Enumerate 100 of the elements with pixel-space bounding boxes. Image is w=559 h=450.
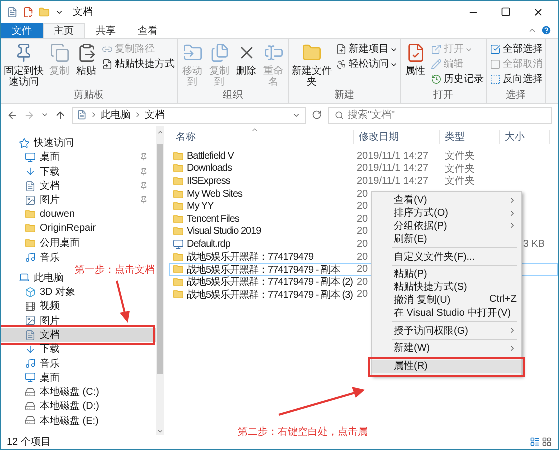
column-header[interactable]: 名称 <box>169 130 354 144</box>
refresh-icon[interactable] <box>312 110 322 120</box>
navigation-item[interactable]: 公用桌面 <box>1 236 88 250</box>
ribbon-button[interactable]: 轻松访问 <box>335 58 398 71</box>
column-header[interactable]: 修改日期 <box>354 130 440 144</box>
navigation-item[interactable]: 3D 对象 <box>1 284 84 300</box>
ribbon-tab[interactable]: 查看 <box>127 23 169 38</box>
navigation-item[interactable]: 图片 <box>1 314 68 328</box>
menu-item[interactable]: 粘贴快捷方式(S) <box>372 280 521 294</box>
pin-icon <box>140 153 148 162</box>
navigation-item[interactable]: douwen <box>1 207 84 222</box>
modified-date: 20 <box>357 214 368 225</box>
menu-item[interactable]: 分组依据(P) <box>372 220 521 232</box>
group-label: 新建 <box>334 90 354 103</box>
file-name: Downloads <box>187 163 232 174</box>
ribbon-button[interactable]: 删除 <box>234 42 259 90</box>
menu-item[interactable]: 粘贴(P) <box>372 268 521 281</box>
help-icon[interactable] <box>541 25 552 36</box>
collapse-ribbon-icon[interactable] <box>528 26 537 35</box>
menu-item[interactable]: 刷新(E) <box>372 232 521 246</box>
menu-item[interactable]: 授予访问权限(G) <box>372 324 521 337</box>
ribbon-button[interactable]: 历史记录 <box>430 73 484 86</box>
ribbon-tab[interactable]: 共享 <box>85 23 127 38</box>
navigation-item[interactable]: 视频 <box>1 299 68 314</box>
menu-item[interactable]: 在 Visual Studio 中打开(V) <box>372 306 521 320</box>
scroll-up-icon[interactable] <box>156 129 164 136</box>
up-icon[interactable] <box>55 110 66 120</box>
address-field[interactable]: 此电脑 文档 <box>72 106 306 124</box>
folder-icon <box>173 226 184 238</box>
navigation-item[interactable]: 此电脑 <box>1 270 72 285</box>
new-file-icon <box>335 43 348 56</box>
recent-locations-icon[interactable] <box>41 111 49 119</box>
checked-document-icon[interactable] <box>23 6 34 18</box>
large-icons-view-icon[interactable] <box>542 437 552 447</box>
desktop-icon <box>25 152 36 163</box>
navigation-item[interactable]: 文档 <box>1 178 156 194</box>
dashed-square-icon <box>489 73 502 86</box>
modified-date: 20 <box>357 289 368 300</box>
navigation-item[interactable]: 音乐 <box>1 356 68 371</box>
file-name: 战地5娱乐开黑群：774179479 <box>187 250 314 264</box>
sort-caret-icon <box>251 126 259 134</box>
breadcrumb[interactable]: 文档 <box>145 108 165 122</box>
navigation-item[interactable]: 图片 <box>1 193 156 208</box>
close-icon[interactable] <box>533 6 544 18</box>
menu-item[interactable]: 自定义文件夹(F)... <box>372 250 521 263</box>
ribbon-tab[interactable]: 主页 <box>43 23 85 38</box>
ribbon-tab[interactable]: 文件 <box>1 23 43 38</box>
history-icon <box>430 73 443 86</box>
document-icon <box>7 6 18 18</box>
ribbon-button[interactable]: 属性 <box>403 42 428 90</box>
navigation-item[interactable]: 快速访问 <box>1 136 82 150</box>
document-icon <box>77 110 87 120</box>
file-name: 战地5娱乐开黑群：774179479 - 副本 (3) <box>187 288 354 302</box>
ribbon-button[interactable]: 反向选择 <box>489 73 543 86</box>
breadcrumb[interactable]: 此电脑 <box>101 108 131 122</box>
menu-item[interactable]: 撤消 复制(U) Ctrl+Z <box>372 294 521 306</box>
group-label: 选择 <box>506 90 526 103</box>
menu-item[interactable]: 查看(V) <box>372 194 521 207</box>
ribbon-button[interactable]: 粘贴 <box>74 42 99 90</box>
ribbon-button[interactable]: 粘贴快捷方式 <box>101 58 175 71</box>
navigation-item[interactable]: 下载 <box>1 164 156 179</box>
scrollbar[interactable] <box>156 126 164 435</box>
menu-item[interactable]: 新建(W) <box>372 342 521 355</box>
file-name: IISExpress <box>187 176 230 187</box>
computer-icon <box>19 272 30 284</box>
file-name: Battlefield V <box>187 150 234 162</box>
folder-icon <box>173 163 184 174</box>
annotation-text: 第二步：右键空白处，点击属 <box>238 426 368 439</box>
navigation-item[interactable]: 桌面 <box>1 150 156 165</box>
folder-icon <box>25 209 36 220</box>
remote-desktop-file-icon <box>173 238 184 250</box>
file-name: 战地5娱乐开黑群：774179479 - 副本 (2) <box>187 276 354 290</box>
drive-icon <box>25 415 36 426</box>
search-field[interactable]: 搜索"文档" <box>328 106 552 124</box>
ribbon-button[interactable]: 全部选择 <box>489 43 543 56</box>
document-icon <box>25 180 36 192</box>
column-header[interactable]: 大小 <box>500 130 550 144</box>
menu-item[interactable]: 排序方式(O) <box>372 206 521 220</box>
navigation-item[interactable]: 本地磁盘 (C:) <box>1 385 108 400</box>
navigation-item[interactable]: 本地磁盘 (D:) <box>1 399 108 414</box>
maximize-icon[interactable] <box>501 6 511 16</box>
navigation-item[interactable]: 音乐 <box>1 250 68 265</box>
desktop-icon <box>25 372 36 384</box>
modified-date: 20 <box>357 238 368 250</box>
column-header[interactable]: 类型 <box>440 130 500 144</box>
back-icon[interactable] <box>7 110 18 120</box>
navigation-item[interactable]: 下载 <box>1 342 68 356</box>
modified-date: 2019/11/1 14:27 <box>357 176 429 187</box>
scroll-down-icon[interactable] <box>156 428 164 435</box>
navigation-item[interactable]: 文档 <box>1 328 156 342</box>
pencil-icon <box>430 58 443 71</box>
navigation-item[interactable]: OriginRepair <box>1 222 104 236</box>
group-label: 组织 <box>223 90 243 103</box>
file-name: My YY <box>187 201 214 212</box>
details-view-icon[interactable] <box>530 437 540 447</box>
ribbon-button[interactable]: 固定到快速访问 <box>3 42 45 90</box>
navigation-item[interactable]: 本地磁盘 (E:) <box>1 414 107 428</box>
navigation-item[interactable]: 桌面 <box>1 370 68 386</box>
ribbon-button[interactable]: 新建项目 <box>335 43 398 56</box>
ribbon-button[interactable]: 新建文件夹 <box>291 42 333 90</box>
